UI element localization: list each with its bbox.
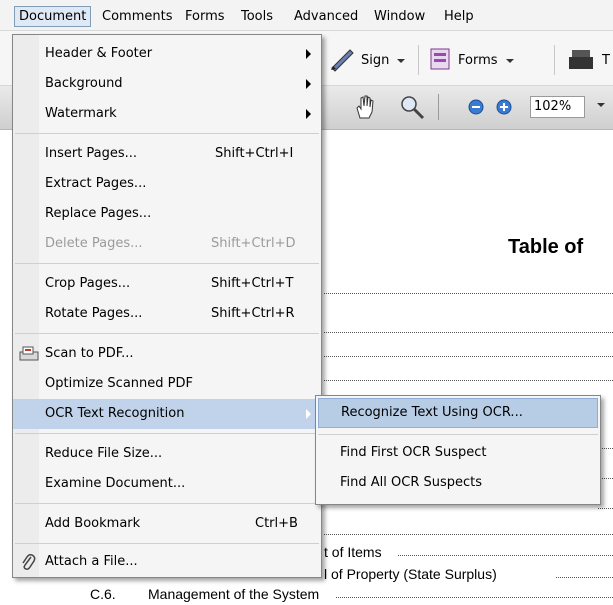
toc-entry: t of Items (324, 544, 382, 560)
sign-button[interactable]: Sign (361, 53, 389, 68)
menu-item-scan-to-pdf[interactable]: Scan to PDF... (13, 339, 321, 369)
menu-item-header-footer[interactable]: Header & Footer (13, 39, 321, 69)
scanner-icon (19, 346, 39, 366)
ocr-submenu: Recognize Text Using OCR... Find First O… (315, 395, 601, 505)
hand-tool-icon[interactable] (352, 94, 378, 124)
chevron-down-icon (506, 59, 514, 63)
menu-item-label: Replace Pages... (45, 206, 152, 221)
toc-leader (398, 545, 613, 556)
menu-item-add-bookmark[interactable]: Add Bookmark Ctrl+B (13, 509, 321, 539)
toc-leader (324, 370, 613, 381)
menu-item-delete-pages[interactable]: Delete Pages... Shift+Ctrl+D (13, 229, 321, 259)
menu-bar: Document Comments Forms Tools Advanced W… (0, 0, 613, 31)
submenu-arrow-icon (306, 409, 311, 419)
forms-icon (430, 48, 450, 74)
menu-item-optimize-scanned-pdf[interactable]: Optimize Scanned PDF (13, 369, 321, 399)
menu-item-label: Attach a File... (45, 554, 138, 569)
shortcut-label: Shift+Ctrl+I (215, 146, 294, 161)
menu-divider (15, 433, 319, 434)
menu-tools[interactable]: Tools (237, 7, 277, 26)
zoom-tool-icon[interactable] (398, 94, 426, 124)
shortcut-label: Shift+Ctrl+T (211, 276, 294, 291)
menu-item-label: Examine Document... (45, 476, 186, 491)
menu-item-reduce-file-size[interactable]: Reduce File Size... (13, 439, 321, 469)
menu-divider (318, 434, 598, 435)
menu-item-background[interactable]: Background (13, 69, 321, 99)
menu-divider (15, 333, 319, 334)
toc-leader (556, 567, 613, 578)
menu-item-label: Scan to PDF... (45, 346, 134, 361)
shortcut-label: Ctrl+B (255, 516, 298, 531)
menu-item-label: Insert Pages... (45, 146, 138, 161)
submenu-arrow-icon (306, 49, 311, 59)
menu-help[interactable]: Help (440, 7, 478, 26)
paperclip-icon (20, 553, 36, 575)
menu-item-crop-pages[interactable]: Crop Pages... Shift+Ctrl+T (13, 269, 321, 299)
menu-item-label: OCR Text Recognition (45, 406, 185, 421)
menu-item-label: Delete Pages... (45, 236, 143, 251)
menu-item-label: Watermark (45, 106, 117, 121)
menu-divider (15, 503, 319, 504)
toc-leader (324, 524, 613, 535)
menu-item-extract-pages[interactable]: Extract Pages... (13, 169, 321, 199)
menu-item-find-all-ocr-suspects[interactable]: Find All OCR Suspects (316, 468, 600, 498)
print-icon (568, 48, 594, 76)
menu-item-label: Background (45, 76, 123, 91)
shortcut-label: Shift+Ctrl+R (211, 306, 295, 321)
zoom-in-icon[interactable] (496, 99, 512, 119)
toc-entry-number: C.6. (90, 586, 116, 602)
menu-item-label: Header & Footer (45, 46, 153, 61)
submenu-arrow-icon (306, 109, 311, 119)
menu-item-watermark[interactable]: Watermark (13, 99, 321, 129)
chevron-down-icon (397, 59, 405, 63)
menu-divider (15, 543, 319, 544)
menu-item-insert-pages[interactable]: Insert Pages... Shift+Ctrl+I (13, 139, 321, 169)
document-menu: Header & Footer Background Watermark Ins… (12, 34, 322, 578)
toc-entry: Management of the System (148, 586, 320, 602)
toc-leader (324, 322, 613, 333)
menu-item-label: Crop Pages... (45, 276, 131, 291)
menu-item-label: Add Bookmark (45, 516, 141, 531)
menu-item-label: Extract Pages... (45, 176, 147, 191)
shortcut-label: Shift+Ctrl+D (211, 236, 296, 251)
menu-item-label: Find All OCR Suspects (340, 475, 483, 490)
menu-divider (15, 263, 319, 264)
toolbar-divider (438, 94, 439, 120)
menu-item-label: Reduce File Size... (45, 446, 163, 461)
menu-item-recognize-text-ocr[interactable]: Recognize Text Using OCR... (318, 398, 598, 428)
sign-icon (328, 46, 356, 76)
menu-divider (15, 133, 319, 134)
menu-item-attach-file[interactable]: Attach a File... (13, 547, 321, 577)
menu-comments[interactable]: Comments (98, 7, 176, 26)
toc-leader (336, 587, 613, 598)
forms-button[interactable]: Forms (458, 53, 498, 68)
zoom-dropdown-icon[interactable] (597, 103, 605, 107)
zoom-level-input[interactable]: 102% (530, 96, 585, 118)
menu-window[interactable]: Window (370, 7, 429, 26)
menu-forms[interactable]: Forms (181, 7, 229, 26)
menu-item-rotate-pages[interactable]: Rotate Pages... Shift+Ctrl+R (13, 299, 321, 329)
truncated-toolbar-label[interactable]: T (602, 53, 610, 68)
menu-document[interactable]: Document (14, 6, 92, 27)
menu-item-examine-document[interactable]: Examine Document... (13, 469, 321, 499)
menu-item-label: Optimize Scanned PDF (45, 376, 193, 391)
menu-item-label: Recognize Text Using OCR... (341, 405, 523, 420)
menu-item-replace-pages[interactable]: Replace Pages... (13, 199, 321, 229)
menu-advanced[interactable]: Advanced (290, 7, 362, 26)
zoom-out-icon[interactable] (468, 99, 484, 119)
toc-entry: l of Property (State Surplus) (324, 566, 497, 582)
toolbar-divider (418, 45, 419, 75)
menu-item-find-first-ocr-suspect[interactable]: Find First OCR Suspect (316, 438, 600, 468)
toolbar-divider (554, 45, 555, 75)
submenu-arrow-icon (306, 79, 311, 89)
menu-item-label: Rotate Pages... (45, 306, 143, 321)
document-heading: Table of (508, 236, 584, 258)
toc-leader (324, 283, 613, 294)
menu-item-label: Find First OCR Suspect (340, 445, 487, 460)
menu-item-ocr-text-recognition[interactable]: OCR Text Recognition (13, 399, 321, 429)
toc-leader (324, 346, 613, 357)
